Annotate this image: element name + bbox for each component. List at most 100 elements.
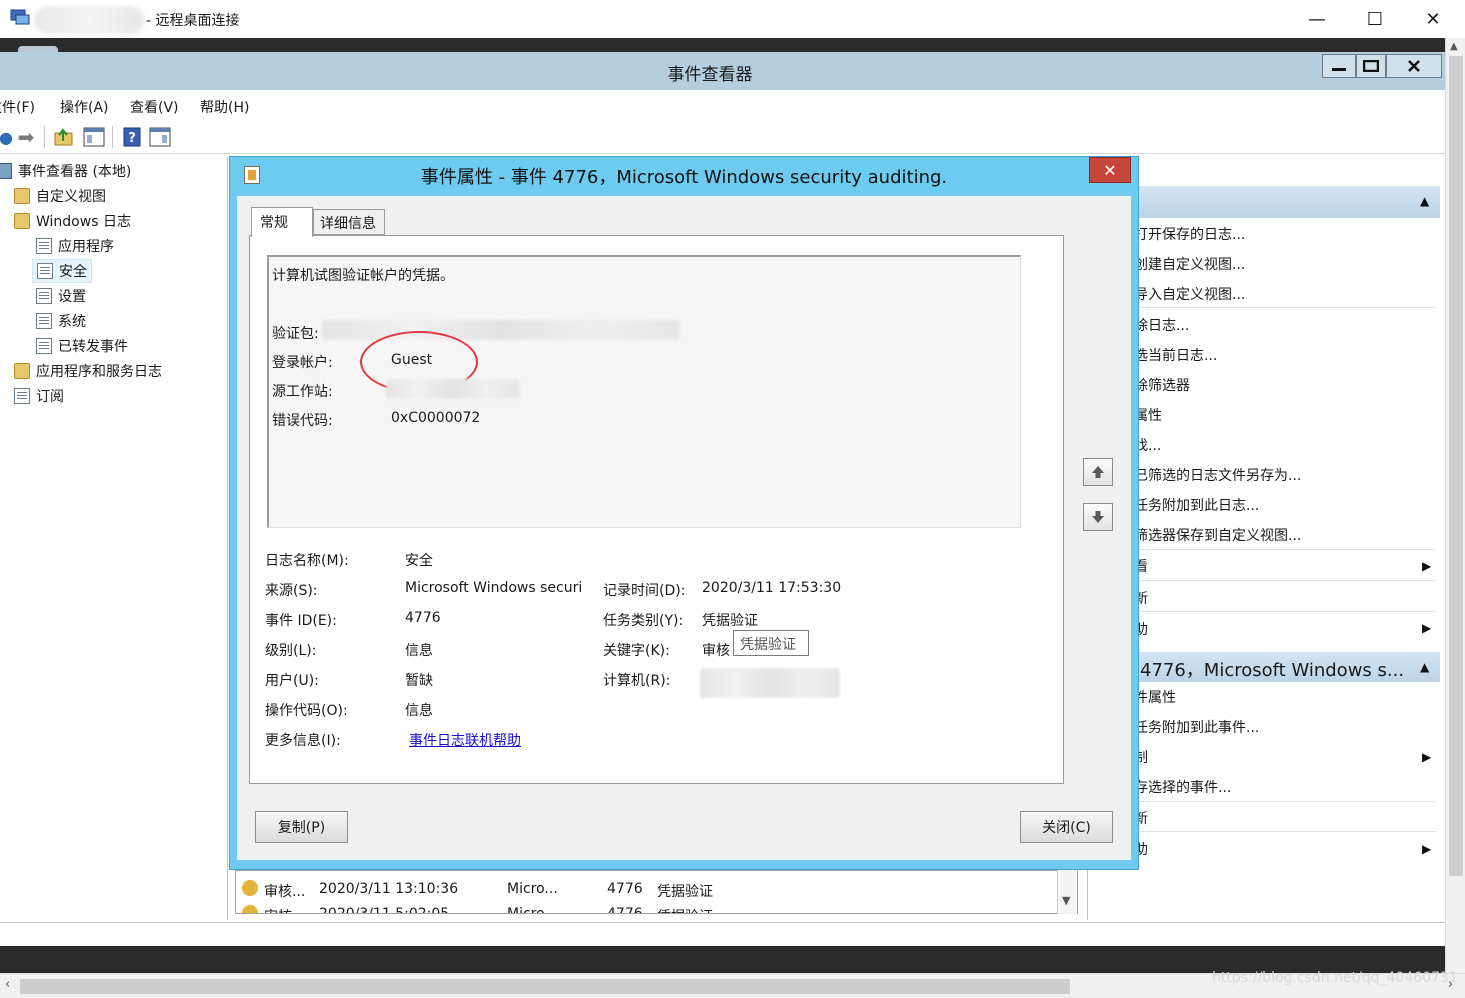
menu-help[interactable]: 帮助(H): [200, 97, 249, 117]
divider: [1136, 611, 1436, 612]
show-hide-action-pane-button[interactable]: [148, 125, 172, 149]
redacted-auth-package: [322, 320, 680, 340]
folder-icon: [14, 213, 30, 229]
logged-value: 2020/3/11 17:53:30: [702, 580, 842, 596]
action-save-filtered-log[interactable]: 已筛选的日志文件另存为...: [1134, 465, 1301, 485]
subscription-icon: [14, 388, 30, 404]
scroll-down-icon[interactable]: ▼: [1062, 894, 1070, 907]
tree-item-forwarded-events[interactable]: 已转发事件: [36, 334, 128, 358]
submenu-arrow-icon: ▶: [1422, 621, 1432, 635]
tree-item-system[interactable]: 系统: [36, 309, 86, 333]
log-icon: [37, 263, 53, 279]
redacted-computer: [700, 668, 840, 698]
description-summary: 计算机试图验证帐户的凭据。: [272, 268, 454, 284]
folder-icon: [14, 188, 30, 204]
source-value: Microsoft Windows securi: [405, 580, 583, 596]
action-clear-log[interactable]: 除日志...: [1134, 315, 1189, 335]
action-save-filter-to-custom-view[interactable]: 筛选器保存到自定义视图...: [1134, 525, 1301, 545]
rdp-maximize-button[interactable]: ☐: [1346, 0, 1404, 38]
menu-file[interactable]: 文件(F): [0, 97, 35, 117]
keywords-value: 审核: [702, 643, 730, 659]
svg-text:?: ?: [128, 131, 136, 146]
audit-key-icon: [242, 880, 258, 896]
close-icon: [1408, 60, 1420, 72]
forward-button[interactable]: ➡: [14, 125, 38, 149]
menu-view[interactable]: 查看(V): [130, 97, 179, 117]
action-pane-icon: [149, 127, 171, 147]
computer-label: 计算机(R):: [603, 673, 671, 689]
ev-maximize-button[interactable]: [1356, 54, 1386, 78]
scroll-left-icon[interactable]: ‹: [5, 977, 10, 992]
previous-event-button[interactable]: [1083, 458, 1113, 486]
online-help-link[interactable]: 事件日志联机帮助: [409, 730, 521, 750]
level-label: 级别(L):: [265, 643, 317, 659]
next-event-button[interactable]: [1083, 503, 1113, 531]
log-icon: [36, 338, 52, 354]
table-row[interactable]: 审核... 2020/3/11 5:02:05 Micro... 4776 凭据…: [236, 902, 1056, 913]
opcode-value: 信息: [405, 703, 433, 719]
action-attach-task-to-event[interactable]: 任务附加到此事件...: [1134, 717, 1259, 737]
divider: [1136, 580, 1436, 581]
log-icon: [36, 313, 52, 329]
actions-section-security[interactable]: ▲: [1090, 186, 1440, 218]
help-button[interactable]: ?: [120, 125, 144, 149]
action-import-custom-view[interactable]: 导入自定义视图...: [1134, 284, 1245, 304]
toolbar-separator: [112, 126, 113, 148]
keywords-label: 关键字(K):: [603, 643, 670, 659]
show-hide-console-tree-button[interactable]: [82, 125, 106, 149]
copy-button[interactable]: 复制(P): [255, 811, 348, 843]
event-description[interactable]: [267, 255, 1021, 528]
ev-minimize-button[interactable]: [1322, 54, 1356, 78]
action-create-custom-view[interactable]: 创建自定义视图...: [1134, 254, 1245, 274]
logon-account-label: 登录帐户:: [272, 355, 333, 371]
action-attach-task-to-log[interactable]: 任务附加到此日志...: [1134, 495, 1259, 515]
menu-action[interactable]: 操作(A): [60, 97, 109, 117]
user-label: 用户(U):: [265, 673, 319, 689]
tree-item-subscriptions[interactable]: 订阅: [14, 384, 64, 408]
tree-item-security[interactable]: 安全: [32, 259, 92, 283]
tab-details[interactable]: 详细信息: [313, 209, 385, 235]
logged-label: 记录时间(D):: [603, 583, 686, 599]
tree-item-windows-logs[interactable]: Windows 日志: [14, 209, 131, 233]
action-save-selected-events[interactable]: 存选择的事件...: [1134, 777, 1231, 797]
forward-arrow-icon: ➡: [17, 125, 35, 149]
actions-section-event[interactable]: 4776，Microsoft Windows s... ▲: [1090, 652, 1440, 682]
collapse-icon[interactable]: ▲: [1420, 194, 1429, 208]
tab-general[interactable]: 常规: [251, 207, 313, 237]
close-button[interactable]: 关闭(C): [1020, 811, 1113, 843]
tree-item-setup[interactable]: 设置: [36, 284, 86, 308]
tree-item-app-services-logs[interactable]: 应用程序和服务日志: [14, 359, 162, 383]
tree-item-application[interactable]: 应用程序: [36, 234, 114, 258]
scrollbar-thumb[interactable]: [20, 979, 1070, 994]
action-open-saved-log[interactable]: 打开保存的日志...: [1134, 224, 1245, 244]
dialog-close-button[interactable]: ✕: [1089, 157, 1131, 183]
audit-key-icon: [242, 905, 258, 913]
event-list[interactable]: 审核... 2020/3/11 13:10:36 Micro... 4776 凭…: [235, 870, 1078, 914]
event-list-scrollbar[interactable]: ▼: [1057, 870, 1077, 914]
action-event-properties[interactable]: 件属性: [1134, 687, 1176, 707]
back-arrow-icon: ●: [0, 127, 13, 147]
remote-desktop-border: [0, 38, 1445, 54]
table-row[interactable]: 审核... 2020/3/11 13:10:36 Micro... 4776 凭…: [236, 877, 1056, 901]
error-code-label: 错误代码:: [272, 413, 333, 429]
tree-item-custom-views[interactable]: 自定义视图: [14, 184, 106, 208]
event-viewer-title: 事件查看器: [667, 65, 753, 85]
scrollbar-thumb[interactable]: [1449, 56, 1463, 876]
rdp-vertical-scrollbar[interactable]: ▲: [1445, 38, 1465, 973]
event-id-label: 事件 ID(E):: [265, 613, 337, 629]
scroll-up-icon[interactable]: ▲: [1450, 41, 1458, 52]
source-workstation-label: 源工作站:: [272, 384, 333, 400]
ev-close-button[interactable]: [1386, 54, 1442, 78]
submenu-arrow-icon: ▶: [1422, 842, 1432, 856]
submenu-arrow-icon: ▶: [1422, 559, 1432, 573]
rdp-minimize-button[interactable]: —: [1288, 0, 1346, 38]
tree-item-event-viewer-local[interactable]: 事件查看器 (本地): [0, 159, 131, 183]
folder-up-icon: [54, 128, 73, 146]
rdp-close-button[interactable]: ✕: [1404, 0, 1462, 38]
collapse-icon[interactable]: ▲: [1420, 660, 1429, 674]
up-folder-button[interactable]: [52, 125, 76, 149]
keywords-tooltip: 凭据验证: [733, 630, 809, 656]
task-category-label: 任务类别(Y):: [603, 613, 684, 629]
action-filter-current-log[interactable]: 选当前日志...: [1134, 345, 1217, 365]
action-clear-filter[interactable]: 除筛选器: [1134, 375, 1190, 395]
